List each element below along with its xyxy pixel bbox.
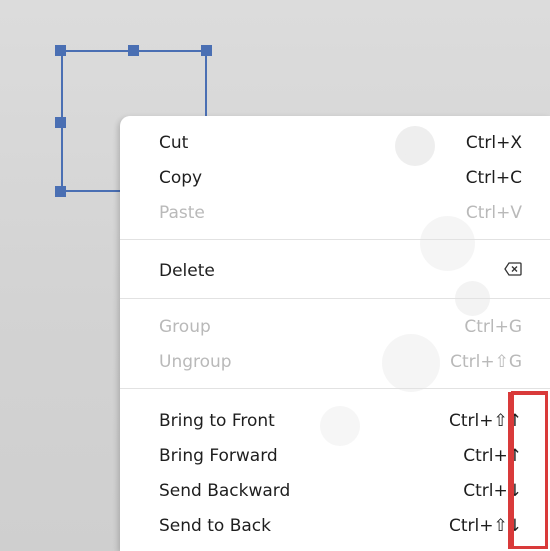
menu-item-label: Bring Forward: [159, 446, 278, 466]
menu-item-label: Group: [159, 317, 211, 337]
menu-item-send-backward[interactable]: Send Backward Ctrl+↓: [120, 476, 550, 506]
menu-separator: [120, 239, 550, 240]
menu-item-label: Copy: [159, 168, 203, 188]
menu-item-label: Cut: [159, 133, 189, 153]
menu-item-shortcut: Ctrl+G: [464, 317, 522, 337]
menu-item-label: Send Backward: [159, 481, 291, 501]
context-menu: Cut Ctrl+X Copy Ctrl+C Paste Ctrl+V Dele…: [120, 116, 550, 551]
menu-item-label: Paste: [159, 203, 205, 223]
menu-item-label: Bring to Front: [159, 411, 275, 431]
menu-item-ungroup: Ungroup Ctrl+⇧G: [120, 347, 550, 377]
resize-handle-top-middle[interactable]: [128, 45, 139, 56]
menu-item-delete[interactable]: Delete: [120, 256, 550, 286]
menu-separator: [120, 388, 550, 389]
menu-item-bring-to-front[interactable]: Bring to Front Ctrl+⇧↑: [120, 406, 550, 436]
backspace-icon: [504, 261, 522, 281]
menu-item-shortcut: Ctrl+⇧G: [450, 352, 522, 372]
menu-separator: [120, 298, 550, 299]
menu-item-send-to-back[interactable]: Send to Back Ctrl+⇧↓: [120, 511, 550, 541]
menu-item-paste: Paste Ctrl+V: [120, 198, 550, 228]
menu-item-cut[interactable]: Cut Ctrl+X: [120, 128, 550, 158]
menu-item-bring-forward[interactable]: Bring Forward Ctrl+↑: [120, 441, 550, 471]
resize-handle-bottom-left[interactable]: [55, 186, 66, 197]
menu-item-copy[interactable]: Copy Ctrl+C: [120, 163, 550, 193]
menu-item-shortcut: Ctrl+V: [465, 203, 522, 223]
resize-handle-top-right[interactable]: [201, 45, 212, 56]
menu-item-group: Group Ctrl+G: [120, 312, 550, 342]
menu-item-label: Ungroup: [159, 352, 232, 372]
menu-item-shortcut: Ctrl+C: [465, 168, 522, 188]
resize-handle-top-left[interactable]: [55, 45, 66, 56]
menu-item-label: Delete: [159, 261, 215, 281]
menu-item-label: Send to Back: [159, 516, 271, 536]
arrange-menu-annotation: [511, 391, 548, 549]
menu-item-shortcut: Ctrl+X: [465, 133, 522, 153]
resize-handle-middle-left[interactable]: [55, 117, 66, 128]
